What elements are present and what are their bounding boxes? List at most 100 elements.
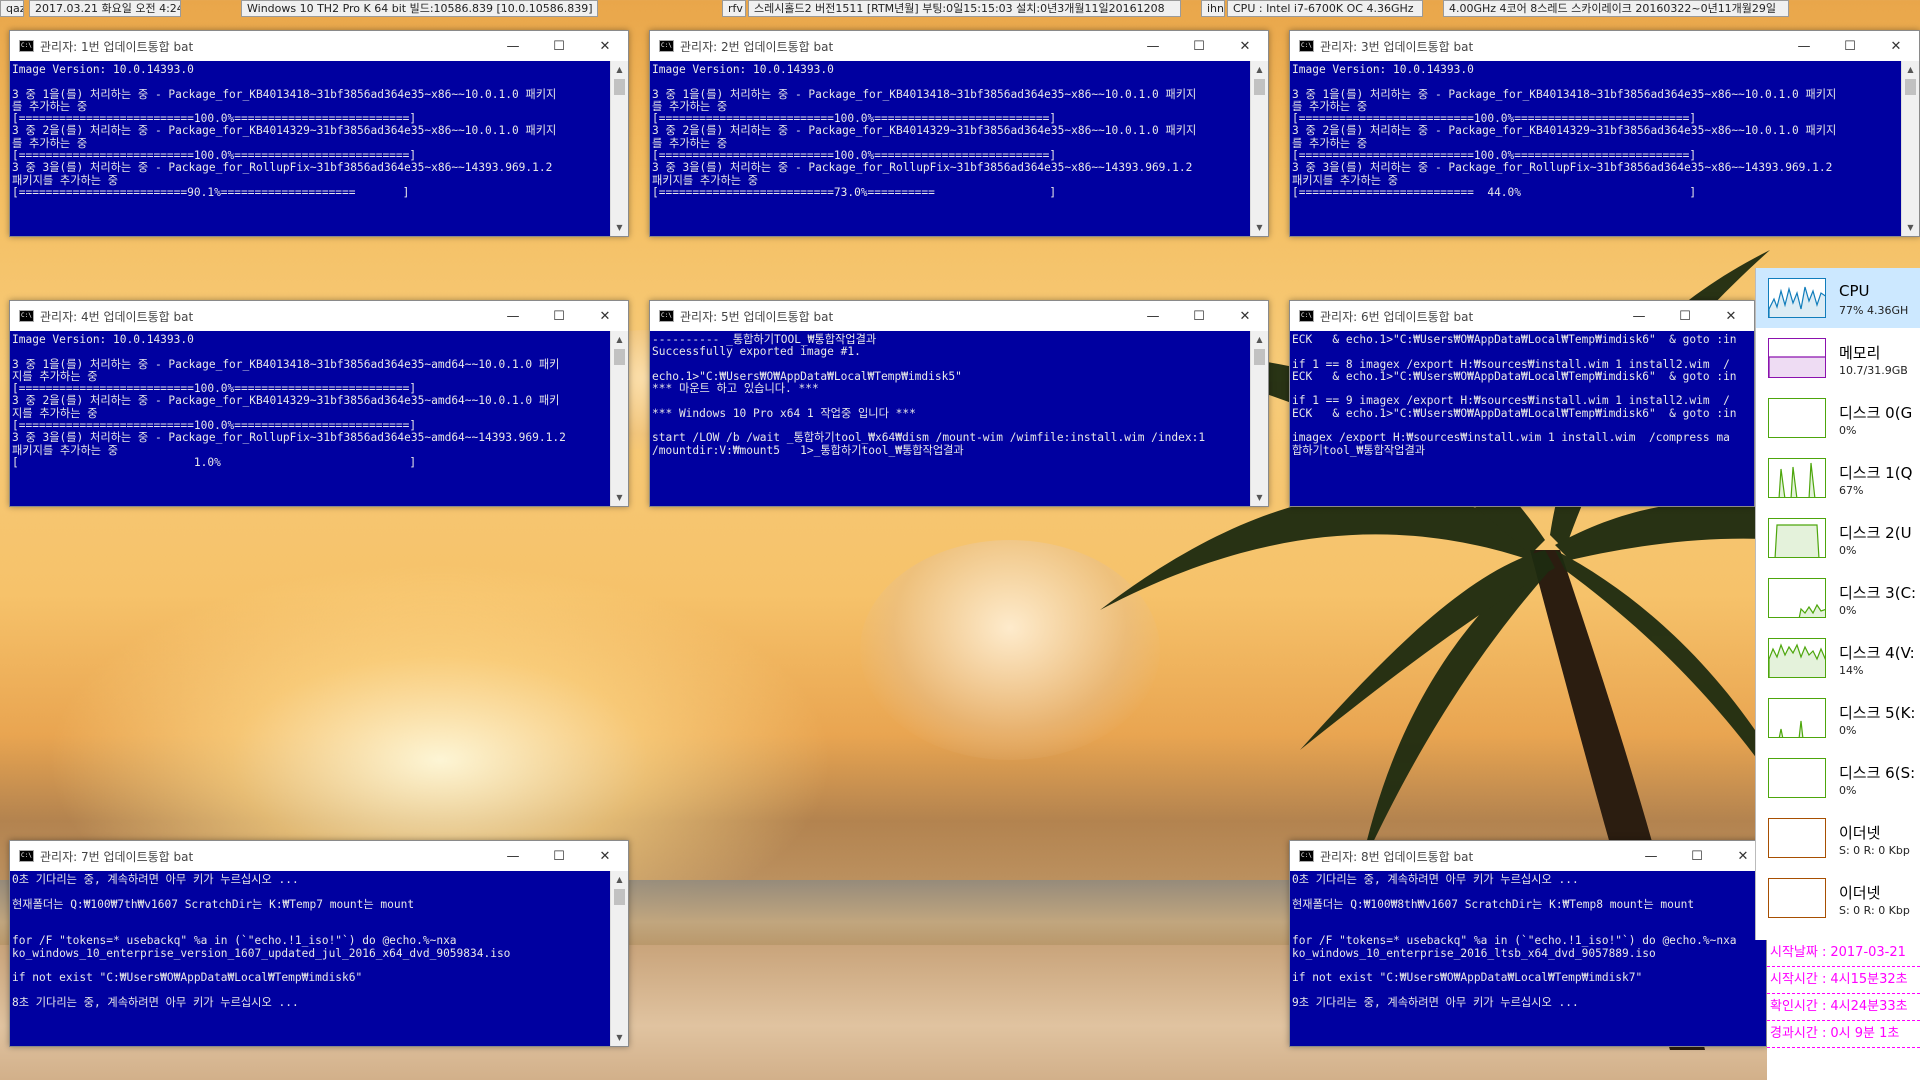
console-output[interactable]: ---------- _통합하기TOOL_₩통합작업결과 Successfully… — [650, 331, 1250, 506]
minimize-button[interactable]: — — [1616, 301, 1662, 331]
console-line: 패키지를 추가하는 중 — [652, 173, 759, 187]
window-titlebar[interactable]: C:\ 관리자: 7번 업데이트통합 bat — ☐ ✕ — [10, 841, 628, 871]
timing-label: 경과시간 : — [1770, 1026, 1827, 1041]
scroll-up-arrow-icon[interactable]: ▲ — [611, 61, 628, 78]
maximize-button[interactable]: ☐ — [1662, 301, 1708, 331]
maximize-button[interactable]: ☐ — [1176, 301, 1222, 331]
maximize-button[interactable]: ☐ — [1176, 31, 1222, 61]
close-button[interactable]: ✕ — [582, 841, 628, 871]
console-line: 현재폴더는 Q:₩100₩8th₩v1607 ScratchDir는 K:₩Te… — [1292, 897, 1695, 911]
resource-value: S: 0 R: 0 Kbp — [1839, 844, 1910, 857]
scroll-up-arrow-icon[interactable]: ▲ — [1251, 61, 1268, 78]
minimize-button[interactable]: — — [490, 31, 536, 61]
scroll-thumb[interactable] — [614, 889, 625, 905]
console-line: 3 중 3을(를) 처리하는 중 - Package_for_RollupFix… — [12, 431, 566, 445]
window-titlebar[interactable]: C:\ 관리자: 2번 업데이트통합 bat — ☐ ✕ — [650, 31, 1268, 61]
console-line: 를 추가하는 중 — [12, 136, 88, 150]
maximize-button[interactable]: ☐ — [536, 301, 582, 331]
task-manager-item[interactable]: 메모리 10.7/31.9GB — [1756, 328, 1920, 388]
task-manager-item[interactable]: 이더넷 S: 0 R: 0 Kbp — [1756, 868, 1920, 928]
window-title: 관리자: 3번 업데이트통합 bat — [1320, 39, 1474, 54]
console-window-5[interactable]: C:\ 관리자: 5번 업데이트통합 bat — ☐ ✕ ---------- _통합하기… — [649, 300, 1269, 507]
task-manager-item[interactable]: 디스크 4(V: 14% — [1756, 628, 1920, 688]
top-tag-boot-info: 스레시홀드2 버전1511 [RTM년월] 부팅:0일15:15:03 설치:0… — [748, 0, 1181, 17]
scroll-down-arrow-icon[interactable]: ▼ — [611, 219, 628, 236]
console-line: ECK & echo.1>"C:₩Users₩O₩AppData₩Local₩T… — [1292, 406, 1737, 420]
minimize-button[interactable]: — — [1781, 31, 1827, 61]
scroll-down-arrow-icon[interactable]: ▼ — [611, 1029, 628, 1046]
close-button[interactable]: ✕ — [1222, 301, 1268, 331]
console-window-6[interactable]: C:\ 관리자: 6번 업데이트통합 bat — ☐ ✕ ECK & echo.1>"C:… — [1289, 300, 1755, 507]
timing-row: 시작시간 :4시15분32초 — [1767, 967, 1920, 994]
minimize-button[interactable]: — — [1130, 31, 1176, 61]
task-manager-item[interactable]: CPU 77% 4.36GH — [1756, 268, 1920, 328]
scroll-down-arrow-icon[interactable]: ▼ — [1251, 489, 1268, 506]
scroll-thumb[interactable] — [614, 79, 625, 95]
task-manager-item[interactable]: 디스크 2(U 0% — [1756, 508, 1920, 568]
window-titlebar[interactable]: C:\ 관리자: 1번 업데이트통합 bat — ☐ ✕ — [10, 31, 628, 61]
console-window-4[interactable]: C:\ 관리자: 4번 업데이트통합 bat — ☐ ✕ Image Version: 1… — [9, 300, 629, 507]
console-line: [=========================90.1%=========… — [12, 185, 410, 199]
minimize-button[interactable]: — — [490, 301, 536, 331]
close-button[interactable]: ✕ — [582, 301, 628, 331]
vertical-scrollbar[interactable]: ▲ ▼ — [610, 871, 628, 1046]
console-window-7[interactable]: C:\ 관리자: 7번 업데이트통합 bat — ☐ ✕ 0초 기다리는 중, 계속하려면… — [9, 840, 629, 1047]
console-line: Image Version: 10.0.14393.0 — [652, 63, 834, 76]
console-output[interactable]: Image Version: 10.0.14393.0 3 중 1을(를) 처리하… — [1290, 61, 1901, 236]
window-titlebar[interactable]: C:\ 관리자: 6번 업데이트통합 bat — ☐ ✕ — [1290, 301, 1754, 331]
console-output[interactable]: 0초 기다리는 중, 계속하려면 아무 키가 누르십시오 ... 현재폴더는 Q:… — [1290, 871, 1766, 1046]
scroll-down-arrow-icon[interactable]: ▼ — [1251, 219, 1268, 236]
maximize-button[interactable]: ☐ — [536, 31, 582, 61]
task-manager-item[interactable]: 이더넷 S: 0 R: 0 Kbp — [1756, 808, 1920, 868]
scroll-up-arrow-icon[interactable]: ▲ — [1251, 331, 1268, 348]
scroll-thumb[interactable] — [614, 349, 625, 365]
scroll-up-arrow-icon[interactable]: ▲ — [611, 871, 628, 888]
minimize-button[interactable]: — — [1628, 841, 1674, 871]
console-window-8[interactable]: C:\ 관리자: 8번 업데이트통합 bat — ☐ ✕ 0초 기다리는 중, 계속하려면… — [1289, 840, 1767, 1047]
console-window-3[interactable]: C:\ 관리자: 3번 업데이트통합 bat — ☐ ✕ Image Version: 1… — [1289, 30, 1920, 237]
resource-value: S: 0 R: 0 Kbp — [1839, 904, 1910, 917]
window-titlebar[interactable]: C:\ 관리자: 5번 업데이트통합 bat — ☐ ✕ — [650, 301, 1268, 331]
close-button[interactable]: ✕ — [582, 31, 628, 61]
top-tag-hotkey-2: rfv — [722, 0, 746, 17]
console-window-1[interactable]: C:\ 관리자: 1번 업데이트통합 bat — ☐ ✕ Image Version: 1… — [9, 30, 629, 237]
close-button[interactable]: ✕ — [1222, 31, 1268, 61]
scroll-thumb[interactable] — [1254, 349, 1265, 365]
vertical-scrollbar[interactable]: ▲ ▼ — [1250, 61, 1268, 236]
maximize-button[interactable]: ☐ — [1674, 841, 1720, 871]
usage-graph-icon — [1768, 758, 1826, 798]
window-titlebar[interactable]: C:\ 관리자: 8번 업데이트통합 bat — ☐ ✕ — [1290, 841, 1766, 871]
window-titlebar[interactable]: C:\ 관리자: 4번 업데이트통합 bat — ☐ ✕ — [10, 301, 628, 331]
scroll-up-arrow-icon[interactable]: ▲ — [1902, 61, 1919, 78]
console-output[interactable]: Image Version: 10.0.14393.0 3 중 1을(를) 처리하… — [650, 61, 1250, 236]
maximize-button[interactable]: ☐ — [536, 841, 582, 871]
window-titlebar[interactable]: C:\ 관리자: 3번 업데이트통합 bat — ☐ ✕ — [1290, 31, 1919, 61]
console-window-2[interactable]: C:\ 관리자: 2번 업데이트통합 bat — ☐ ✕ Image Version: 1… — [649, 30, 1269, 237]
vertical-scrollbar[interactable]: ▲ ▼ — [610, 331, 628, 506]
task-manager-item[interactable]: 디스크 1(Q 67% — [1756, 448, 1920, 508]
console-output[interactable]: 0초 기다리는 중, 계속하려면 아무 키가 누르십시오 ... 현재폴더는 Q:… — [10, 871, 610, 1046]
console-line: ---------- _통합하기TOOL_₩통합작업결과 — [652, 333, 877, 346]
task-manager-item[interactable]: 디스크 3(C: 0% — [1756, 568, 1920, 628]
top-tag-hotkey-3: ihn — [1201, 0, 1225, 17]
task-manager-item[interactable]: 디스크 5(K: 0% — [1756, 688, 1920, 748]
task-manager-item[interactable]: 디스크 0(G 0% — [1756, 388, 1920, 448]
close-button[interactable]: ✕ — [1873, 31, 1919, 61]
console-output[interactable]: Image Version: 10.0.14393.0 3 중 1을(를) 처리하… — [10, 331, 610, 506]
scroll-thumb[interactable] — [1254, 79, 1265, 95]
close-button[interactable]: ✕ — [1708, 301, 1754, 331]
console-output[interactable]: Image Version: 10.0.14393.0 3 중 1을(를) 처리하… — [10, 61, 610, 236]
vertical-scrollbar[interactable]: ▲ ▼ — [1901, 61, 1919, 236]
maximize-button[interactable]: ☐ — [1827, 31, 1873, 61]
scroll-down-arrow-icon[interactable]: ▼ — [1902, 219, 1919, 236]
scroll-thumb[interactable] — [1905, 79, 1916, 95]
console-output[interactable]: ECK & echo.1>"C:₩Users₩O₩AppData₩Local₩T… — [1290, 331, 1754, 506]
vertical-scrollbar[interactable]: ▲ ▼ — [1250, 331, 1268, 506]
vertical-scrollbar[interactable]: ▲ ▼ — [610, 61, 628, 236]
task-manager-item[interactable]: 디스크 6(S: 0% — [1756, 748, 1920, 808]
minimize-button[interactable]: — — [1130, 301, 1176, 331]
scroll-up-arrow-icon[interactable]: ▲ — [611, 331, 628, 348]
minimize-button[interactable]: — — [490, 841, 536, 871]
resource-name: 디스크 3(C: — [1839, 584, 1917, 602]
scroll-down-arrow-icon[interactable]: ▼ — [611, 489, 628, 506]
